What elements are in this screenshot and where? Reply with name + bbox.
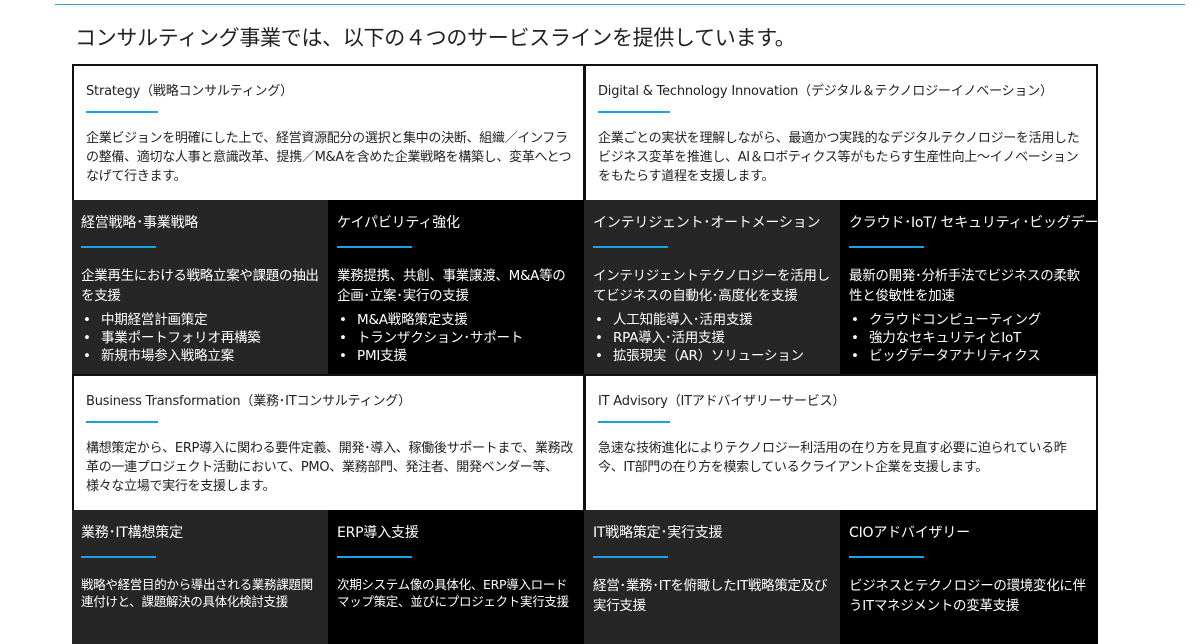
sub-card-title: CIOアドバイザリー xyxy=(849,525,970,541)
it-advisory-title: IT Advisory（ITアドバイザリーサービス） xyxy=(598,394,846,409)
sub-card-description: ビジネスとテクノロジーの環境変化に伴うITマネジメントの変革支援 xyxy=(849,578,1086,614)
title-underline xyxy=(81,246,156,248)
title-underline xyxy=(81,556,156,558)
sub-card-title: IT戦略策定･実行支援 xyxy=(593,525,723,541)
sub-card-title: 業務･IT構想策定 xyxy=(81,525,183,541)
sub-card-corporate-strategy: 経営戦略･事業戦略 企業再生における戦略立案や課題の抽出を支援 中期経営計画策定… xyxy=(72,200,328,374)
digital-description: 企業ごとの実状を理解しながら、最適かつ実践的なデジタルテクノロジーを活用したビジ… xyxy=(598,131,1080,184)
sub-card-description: インテリジェントテクノロジーを活用してビジネスの自動化･高度化を支援 xyxy=(593,268,830,304)
sub-card-title: ERP導入支援 xyxy=(337,525,419,541)
sub-card-title: 経営戦略･事業戦略 xyxy=(81,215,199,231)
list-item: 拡張現実（AR）ソリューション xyxy=(593,347,832,365)
title-underline xyxy=(337,246,412,248)
list-item: トランザクション･サポート xyxy=(337,329,576,347)
bullet-list: M&A戦略策定支援 トランザクション･サポート PMI支援 xyxy=(337,311,576,365)
sub-card-description: 次期システム像の具体化、ERP導入ロードマップ策定、並びにプロジェクト実行支援 xyxy=(337,577,569,609)
list-item: M&A戦略策定支援 xyxy=(337,311,576,329)
list-item: PMI支援 xyxy=(337,347,576,365)
list-item: ビッグデータアナリティクス xyxy=(849,347,1090,365)
sub-card-intelligent-automation: インテリジェント･オートメーション インテリジェントテクノロジーを活用してビジネ… xyxy=(584,200,840,374)
title-underline xyxy=(849,556,924,558)
sub-card-cio-advisory: CIOアドバイザリー ビジネスとテクノロジーの環境変化に伴うITマネジメントの変… xyxy=(840,510,1098,644)
list-item: 新規市場参入戦略立案 xyxy=(81,347,320,365)
title-underline xyxy=(593,246,668,248)
sub-card-description: 業務提携、共創、事業譲渡、M&A等の企画･立案･実行の支援 xyxy=(337,268,566,304)
list-item: 強力なセキュリティとIoT xyxy=(849,329,1090,347)
sub-card-title: ケイパビリティ強化 xyxy=(337,215,460,231)
sub-card-title: インテリジェント･オートメーション xyxy=(593,215,821,231)
sub-card-description: 最新の開発･分析手法でビジネスの柔軟性と俊敏性を加速 xyxy=(849,268,1080,304)
title-underline xyxy=(598,421,670,423)
top-divider-line xyxy=(55,4,1185,5)
business-transformation-description: 構想策定から、ERP導入に関わる要件定義、開発･導入、稼働後サポートまで、業務改… xyxy=(86,441,574,494)
strategy-title: Strategy（戦略コンサルティング） xyxy=(86,84,293,99)
strategy-description: 企業ビジョンを明確にした上で、経営資源配分の選択と集中の決断、組織／インフラの整… xyxy=(86,131,572,184)
title-underline xyxy=(849,246,924,248)
list-item: 中期経営計画策定 xyxy=(81,311,320,329)
bullet-list: クラウドコンピューティング 強力なセキュリティとIoT ビッグデータアナリティク… xyxy=(849,311,1090,365)
digital-title: Digital & Technology Innovation（デジタル＆テクノ… xyxy=(598,84,1053,99)
title-underline xyxy=(593,556,668,558)
sub-card-it-strategy: IT戦略策定･実行支援 経営･業務･ITを俯瞰したIT戦略策定及び実行支援 xyxy=(584,510,840,644)
sub-card-business-it-planning: 業務･IT構想策定 戦略や経営目的から導出される業務課題関連付けと、課題解決の具… xyxy=(72,510,328,644)
sub-card-description: 企業再生における戦略立案や課題の抽出を支援 xyxy=(81,268,319,304)
it-advisory-header: IT Advisory（ITアドバイザリーサービス） 急速な技術進化によりテクノ… xyxy=(586,376,1096,510)
service-grid: Strategy（戦略コンサルティング） 企業ビジョンを明確にした上で、経営資源… xyxy=(72,64,1112,644)
sub-card-capability: ケイパビリティ強化 業務提携、共創、事業譲渡、M&A等の企画･立案･実行の支援 … xyxy=(328,200,584,374)
sub-card-cloud-iot: クラウド･IoT/ セキュリティ･ビッグデータ 最新の開発･分析手法でビジネスの… xyxy=(840,200,1112,374)
it-advisory-description: 急速な技術進化によりテクノロジー利活用の在り方を見直す必要に迫られている昨今、I… xyxy=(598,441,1067,475)
sub-card-description: 戦略や経営目的から導出される業務課題関連付けと、課題解決の具体化検討支援 xyxy=(81,577,313,609)
bullet-list: 中期経営計画策定 事業ポートフォリオ再構築 新規市場参入戦略立案 xyxy=(81,311,320,365)
page-title: コンサルティング事業では、以下の４つのサービスラインを提供しています。 xyxy=(75,26,796,50)
business-transformation-title: Business Transformation（業務･ITコンサルティング） xyxy=(86,394,411,409)
title-underline xyxy=(337,556,412,558)
title-underline xyxy=(598,111,670,113)
title-underline xyxy=(86,421,158,423)
list-item: RPA導入･活用支援 xyxy=(593,329,832,347)
digital-header: Digital & Technology Innovation（デジタル＆テクノ… xyxy=(586,66,1096,200)
sub-card-description: 経営･業務･ITを俯瞰したIT戦略策定及び実行支援 xyxy=(593,578,828,614)
list-item: クラウドコンピューティング xyxy=(849,311,1090,329)
list-item: 事業ポートフォリオ再構築 xyxy=(81,329,320,347)
bullet-list: 人工知能導入･活用支援 RPA導入･活用支援 拡張現実（AR）ソリューション xyxy=(593,311,832,365)
strategy-header: Strategy（戦略コンサルティング） 企業ビジョンを明確にした上で、経営資源… xyxy=(74,66,583,200)
list-item: 人工知能導入･活用支援 xyxy=(593,311,832,329)
title-underline xyxy=(86,111,158,113)
business-transformation-header: Business Transformation（業務･ITコンサルティング） 構… xyxy=(74,376,583,510)
sub-card-title: クラウド･IoT/ セキュリティ･ビッグデータ xyxy=(849,215,1112,231)
sub-card-erp: ERP導入支援 次期システム像の具体化、ERP導入ロードマップ策定、並びにプロジ… xyxy=(328,510,584,644)
